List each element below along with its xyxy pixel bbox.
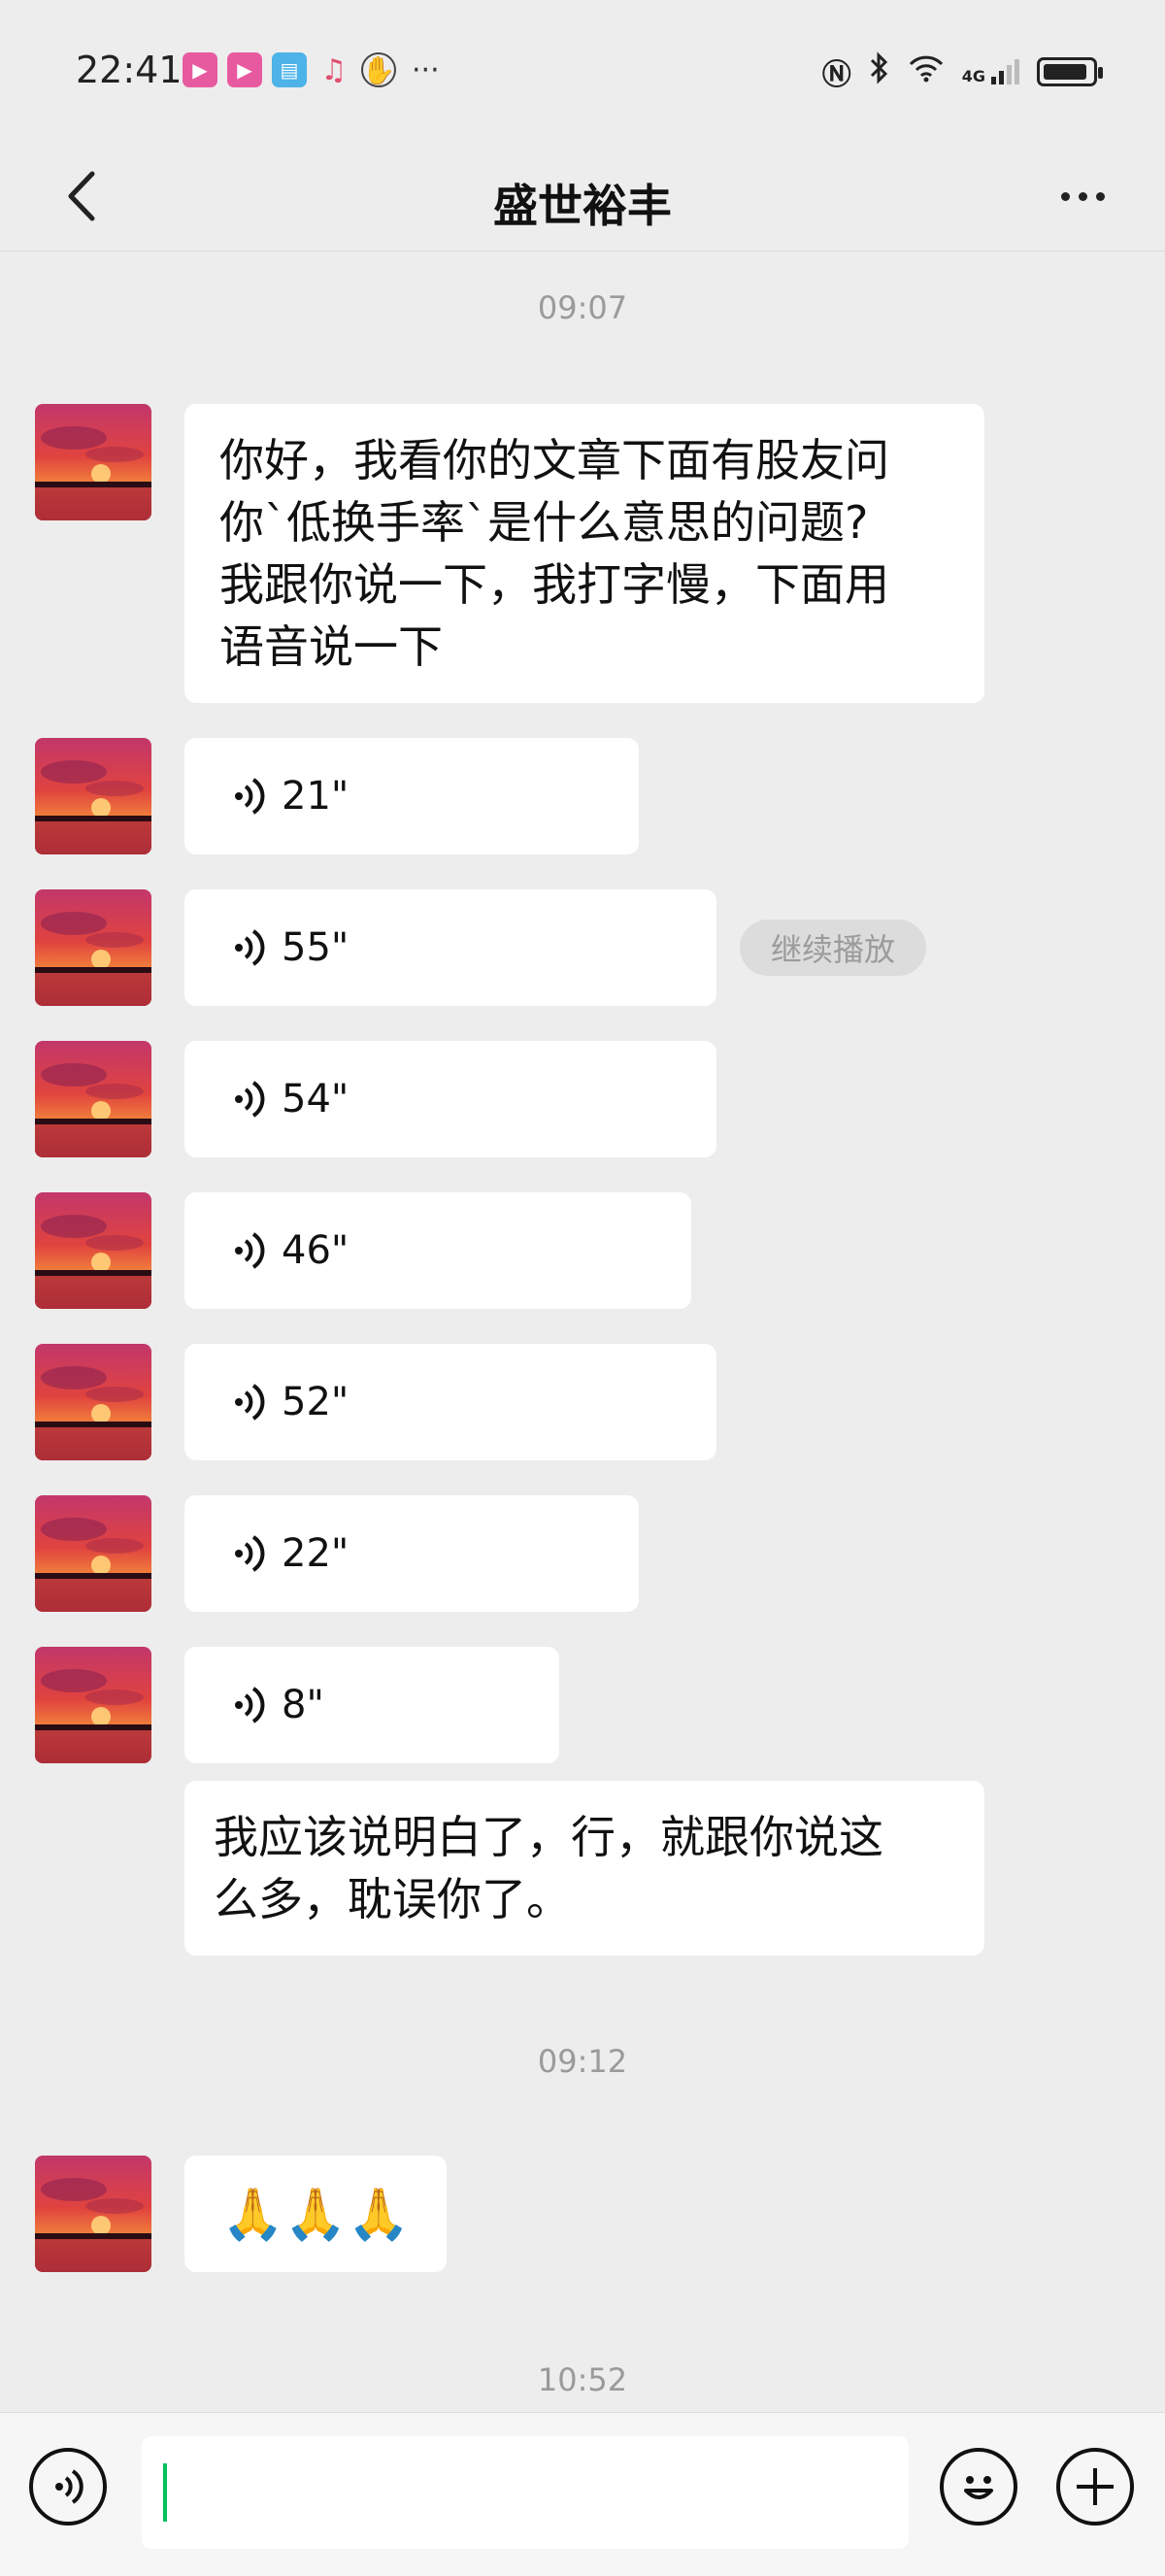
voice-wave-icon	[235, 1535, 265, 1572]
more-button[interactable]	[1039, 157, 1126, 235]
voice-wave-icon	[235, 1384, 265, 1421]
add-button[interactable]	[1056, 2448, 1134, 2526]
voice-wave-icon	[235, 778, 265, 815]
emoji-icon	[964, 2476, 993, 2499]
voice-duration: 22"	[282, 1531, 350, 1576]
avatar[interactable]	[35, 1192, 151, 1309]
wifi-icon	[908, 53, 945, 90]
voice-message-bubble[interactable]: 22"	[184, 1495, 639, 1612]
avatar[interactable]	[35, 404, 151, 520]
text-message-bubble[interactable]: 我应该说明白了，行，就跟你说这 么多，耽误你了。	[184, 1781, 984, 1956]
voice-duration: 46"	[282, 1228, 350, 1273]
status-app-icons: ▶ ▶ ▤ ♫ ✋ ···	[183, 52, 440, 87]
input-bar	[0, 2412, 1165, 2576]
hand-icon: ✋	[361, 52, 396, 87]
message-line: 语音说一下	[219, 620, 443, 673]
emoji-message-bubble[interactable]: 🙏🙏🙏	[184, 2156, 448, 2272]
status-bar: 22:41 ▶ ▶ ▤ ♫ ✋ ··· Ⓝ 4G	[0, 0, 1165, 146]
chat-header: 盛世裕丰	[0, 146, 1165, 251]
voice-message-bubble[interactable]: 21"	[184, 738, 639, 854]
message-line: 我跟你说一下，我打字慢，下面用	[219, 558, 889, 611]
voice-wave-icon	[235, 1232, 265, 1269]
voice-duration: 54"	[282, 1077, 350, 1121]
nfc-icon: Ⓝ	[821, 58, 851, 92]
signal-type-label: 4G	[961, 67, 985, 85]
voice-duration: 55"	[282, 925, 350, 970]
voice-toggle-button[interactable]	[29, 2448, 107, 2526]
emoji-button[interactable]	[940, 2448, 1017, 2526]
timestamp: 10:52	[537, 2361, 628, 2398]
avatar[interactable]	[35, 738, 151, 854]
chat-title: 盛世裕丰	[493, 180, 672, 232]
status-right-icons: Ⓝ 4G	[821, 50, 1103, 93]
battery-icon	[1037, 57, 1103, 86]
voice-message-bubble[interactable]: 52"	[184, 1344, 716, 1460]
plus-icon	[1077, 2468, 1114, 2505]
message-line: 你好，我看你的文章下面有股友问	[219, 434, 889, 486]
signal-icon: 4G	[962, 59, 1019, 84]
video-app-icon: ▶	[227, 52, 262, 87]
bluetooth-icon	[869, 51, 890, 92]
avatar[interactable]	[35, 1344, 151, 1460]
message-line: 你`低换手率`是什么意思的问题?	[219, 496, 869, 549]
continue-play-button[interactable]: 继续播放	[740, 920, 926, 976]
video-app-icon: ▶	[183, 52, 217, 87]
voice-duration: 52"	[282, 1380, 350, 1424]
emoji-content: 🙏🙏🙏	[221, 2185, 411, 2244]
voice-message-bubble[interactable]: 55"	[184, 889, 716, 1006]
status-time: 22:41	[76, 49, 183, 91]
avatar[interactable]	[35, 1041, 151, 1157]
voice-message-bubble[interactable]: 54"	[184, 1041, 716, 1157]
timestamp: 09:12	[537, 2043, 628, 2080]
avatar[interactable]	[35, 1495, 151, 1612]
voice-wave-icon	[235, 1687, 265, 1723]
message-input[interactable]	[142, 2436, 909, 2549]
music-app-icon: ♫	[320, 52, 348, 87]
message-line: 么多，耽误你了。	[214, 1873, 571, 1925]
voice-wave-icon	[235, 1081, 265, 1118]
more-icon	[1060, 191, 1070, 201]
voice-message-bubble[interactable]: 46"	[184, 1192, 691, 1309]
voice-message-bubble[interactable]: 8"	[184, 1647, 559, 1763]
avatar[interactable]	[35, 889, 151, 1006]
voice-wave-icon	[235, 929, 265, 966]
voice-duration: 8"	[282, 1683, 324, 1727]
voice-icon	[55, 2469, 83, 2504]
timestamp: 09:07	[537, 289, 628, 326]
message-line: 我应该说明白了，行，就跟你说这	[214, 1811, 883, 1863]
voice-duration: 21"	[282, 774, 350, 819]
text-message-bubble[interactable]: 你好，我看你的文章下面有股友问 你`低换手率`是什么意思的问题? 我跟你说一下，…	[184, 404, 984, 703]
text-cursor	[163, 2463, 167, 2522]
reader-app-icon: ▤	[272, 52, 307, 87]
avatar[interactable]	[35, 1647, 151, 1763]
avatar[interactable]	[35, 2156, 151, 2272]
status-more-indicator: ···	[412, 52, 440, 87]
